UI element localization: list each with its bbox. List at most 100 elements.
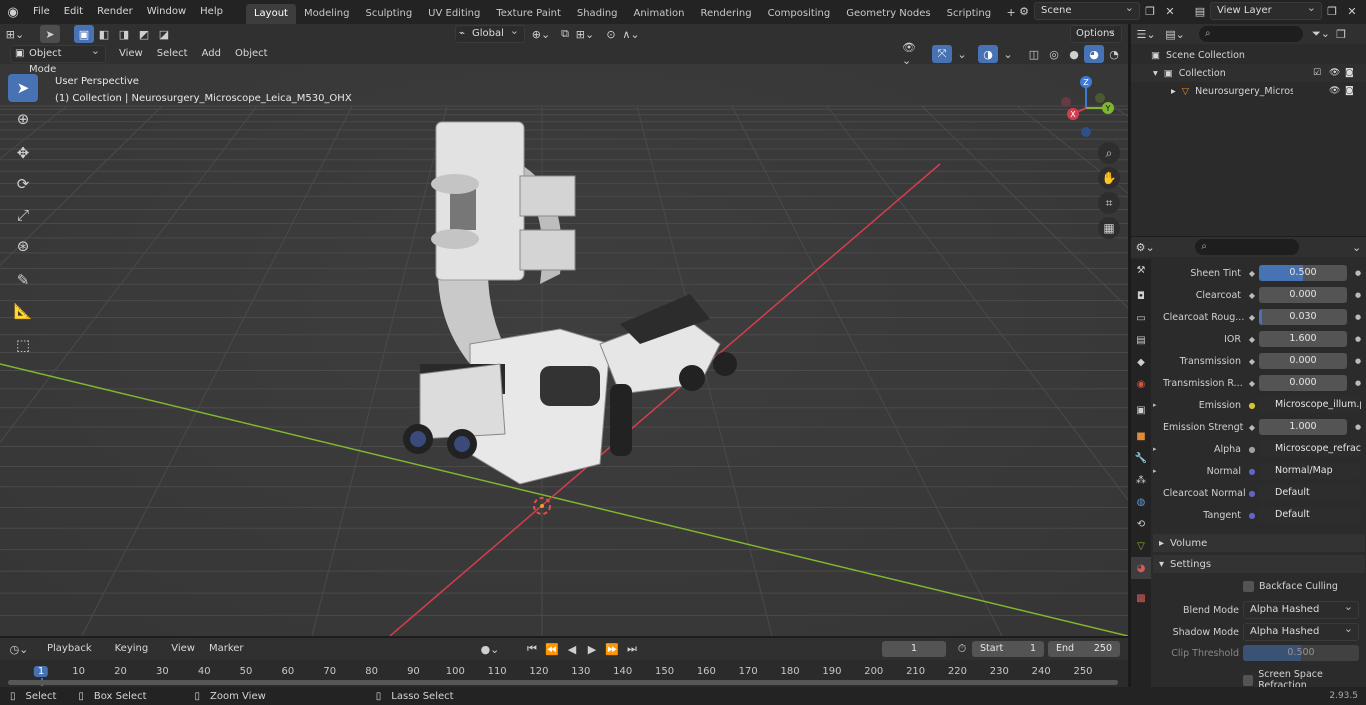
annotate-tool-icon[interactable]: ✎ <box>8 266 38 294</box>
socket-dot-icon[interactable]: ● <box>1245 401 1259 410</box>
world-tab-icon[interactable]: ◉ <box>1131 373 1151 395</box>
visibility-icon[interactable]: 👁⌄ <box>902 41 922 67</box>
xray-icon[interactable]: ◫ <box>1024 45 1044 63</box>
add-cube-tool-icon[interactable]: ⬚ <box>8 331 38 359</box>
blender-logo-icon[interactable]: ◉ <box>0 3 26 21</box>
transform-orientation-dropdown[interactable]: ⌁ Global <box>455 23 525 43</box>
render-tab-icon[interactable]: ◘ <box>1131 285 1151 307</box>
tab-sculpting[interactable]: Sculpting <box>357 4 420 24</box>
wireframe-shading-icon[interactable]: ◎ <box>1044 45 1064 63</box>
falloff-icon[interactable]: ∧⌄ <box>621 25 641 43</box>
options-dropdown[interactable]: Options <box>1070 23 1122 43</box>
keyframe-dot-icon[interactable]: ● <box>1351 269 1365 277</box>
socket-dot-icon[interactable]: ● <box>1245 467 1259 476</box>
tab-geometry-nodes[interactable]: Geometry Nodes <box>838 4 938 24</box>
socket-dot-icon[interactable]: ◆ <box>1245 379 1259 388</box>
outliner-display-mode-icon[interactable]: ▤⌄ <box>1161 25 1189 43</box>
modifier-tab-icon[interactable]: 🔧 <box>1131 447 1151 469</box>
view-layer-field[interactable]: View Layer <box>1210 0 1322 20</box>
select-intersect-icon[interactable]: ◪ <box>154 25 174 43</box>
prop-value-field[interactable]: Default <box>1259 485 1361 501</box>
expand-arrow-icon[interactable]: ▸ <box>1171 86 1176 97</box>
tab-rendering[interactable]: Rendering <box>692 4 759 24</box>
socket-dot-icon[interactable]: ◆ <box>1245 291 1259 300</box>
menu-file[interactable]: File <box>26 0 57 24</box>
viewport-menu-add[interactable]: Add <box>195 42 228 66</box>
3d-viewport[interactable]: User Perspective (1) Collection | Neuros… <box>0 44 1128 636</box>
keyframe-dot-icon[interactable]: ● <box>1351 357 1365 365</box>
outliner-row-collection[interactable]: ▾ ▣ Collection ☑ 👁 ◙ <box>1131 64 1366 82</box>
menu-render[interactable]: Render <box>90 0 140 24</box>
move-tool-icon[interactable]: ✥ <box>8 139 38 167</box>
exclude-checkbox-icon[interactable]: ☑ <box>1313 68 1321 78</box>
socket-dot-icon[interactable]: ◆ <box>1245 335 1259 344</box>
checkbox-box[interactable] <box>1243 674 1254 686</box>
outliner-search-input[interactable]: ⌕ <box>1199 26 1303 42</box>
tab-uv-editing[interactable]: UV Editing <box>420 4 488 24</box>
cursor-tool-icon[interactable]: ⊕ <box>8 105 38 133</box>
mode-dropdown[interactable]: ▣ Object Mode <box>10 43 106 75</box>
select-extend-icon[interactable]: ◧ <box>94 25 114 43</box>
expand-arrow-icon[interactable]: ▸ <box>1153 467 1163 475</box>
keyframe-dot-icon[interactable]: ● <box>1351 379 1365 387</box>
camera-icon[interactable]: ◙ <box>1345 86 1354 96</box>
prop-value-field[interactable]: Normal/Map <box>1259 463 1361 479</box>
keyframe-dot-icon[interactable]: ● <box>1351 313 1365 321</box>
tab-modeling[interactable]: Modeling <box>296 4 358 24</box>
socket-dot-icon[interactable]: ◆ <box>1245 313 1259 322</box>
keyframe-dot-icon[interactable]: ● <box>1351 423 1365 431</box>
navigation-gizmo[interactable]: Z Y X <box>1052 74 1118 140</box>
scene-tab-icon[interactable]: ◆ <box>1131 351 1151 373</box>
menu-edit[interactable]: Edit <box>57 0 90 24</box>
new-view-layer-icon[interactable]: ❐ <box>1322 2 1342 20</box>
tab-animation[interactable]: Animation <box>626 4 693 24</box>
delete-view-layer-icon[interactable]: ✕ <box>1342 2 1362 20</box>
pan-hand-icon[interactable]: ✋ <box>1098 167 1120 189</box>
prop-value-field[interactable]: 0.500 <box>1259 265 1347 281</box>
keyframe-dot-icon[interactable]: ● <box>1351 291 1365 299</box>
viewport-menu-view[interactable]: View <box>112 42 150 66</box>
shadow-mode-dropdown[interactable]: Alpha Hashed <box>1243 621 1359 641</box>
tab-texture-paint[interactable]: Texture Paint <box>488 4 569 24</box>
volume-panel-header[interactable]: ▸ Volume <box>1153 534 1365 552</box>
solid-shading-icon[interactable]: ● <box>1064 45 1084 63</box>
transform-tool-icon[interactable]: ⊛ <box>8 232 38 260</box>
prop-value-field[interactable]: 1.000 <box>1259 419 1347 435</box>
object-tab-icon[interactable]: ■ <box>1131 425 1151 447</box>
select-box-tool-icon[interactable]: ➤ <box>8 74 38 102</box>
select-tool-icon[interactable]: ➤ <box>40 25 60 43</box>
blend-mode-dropdown[interactable]: Alpha Hashed <box>1243 599 1359 619</box>
rendered-shading-icon[interactable]: ◔ <box>1104 45 1124 63</box>
gizmo-dropdown-icon[interactable]: ⌄ <box>952 45 972 63</box>
eye-icon[interactable]: 👁 <box>1329 86 1340 96</box>
properties-editor-type-icon[interactable]: ⚙⌄ <box>1131 238 1159 256</box>
snap-icon[interactable]: ⧉ <box>555 25 575 43</box>
socket-dot-icon[interactable]: ◆ <box>1245 423 1259 432</box>
zoom-icon[interactable]: ⌕ <box>1098 142 1120 164</box>
menu-window[interactable]: Window <box>140 0 193 24</box>
measure-tool-icon[interactable]: 📐 <box>8 297 38 325</box>
tool-tab-icon[interactable]: ⚒ <box>1131 259 1151 281</box>
view-layer-icon[interactable]: ▤ <box>1190 2 1210 20</box>
ortho-toggle-icon[interactable]: ▦ <box>1098 217 1120 239</box>
socket-dot-icon[interactable]: ◆ <box>1245 357 1259 366</box>
keyframe-dot-icon[interactable]: ● <box>1351 335 1365 343</box>
select-new-icon[interactable]: ▣ <box>74 25 94 43</box>
select-difference-icon[interactable]: ◩ <box>134 25 154 43</box>
texture-tab-icon[interactable]: ▩ <box>1131 587 1151 609</box>
properties-options-icon[interactable]: ⌄ <box>1347 238 1366 256</box>
camera-icon[interactable]: ◙ <box>1345 68 1354 78</box>
properties-search-input[interactable]: ⌕ <box>1195 239 1300 255</box>
backface-culling-checkbox[interactable]: Backface Culling <box>1243 581 1338 592</box>
scene-field[interactable]: Scene <box>1034 0 1140 20</box>
physics-tab-icon[interactable]: ◍ <box>1131 491 1151 513</box>
prop-value-field[interactable]: Microscope_illum.png <box>1259 397 1361 413</box>
viewport-menu-select[interactable]: Select <box>150 42 195 66</box>
proportional-edit-icon[interactable]: ⊙ <box>601 25 621 43</box>
output-tab-icon[interactable]: ▭ <box>1131 307 1151 329</box>
outliner-row-scene-collection[interactable]: ▣ Scene Collection <box>1131 46 1366 64</box>
checkbox-box[interactable] <box>1243 581 1254 592</box>
delete-scene-icon[interactable]: ✕ <box>1160 2 1180 20</box>
menu-help[interactable]: Help <box>193 0 230 24</box>
new-scene-icon[interactable]: ❐ <box>1140 2 1160 20</box>
